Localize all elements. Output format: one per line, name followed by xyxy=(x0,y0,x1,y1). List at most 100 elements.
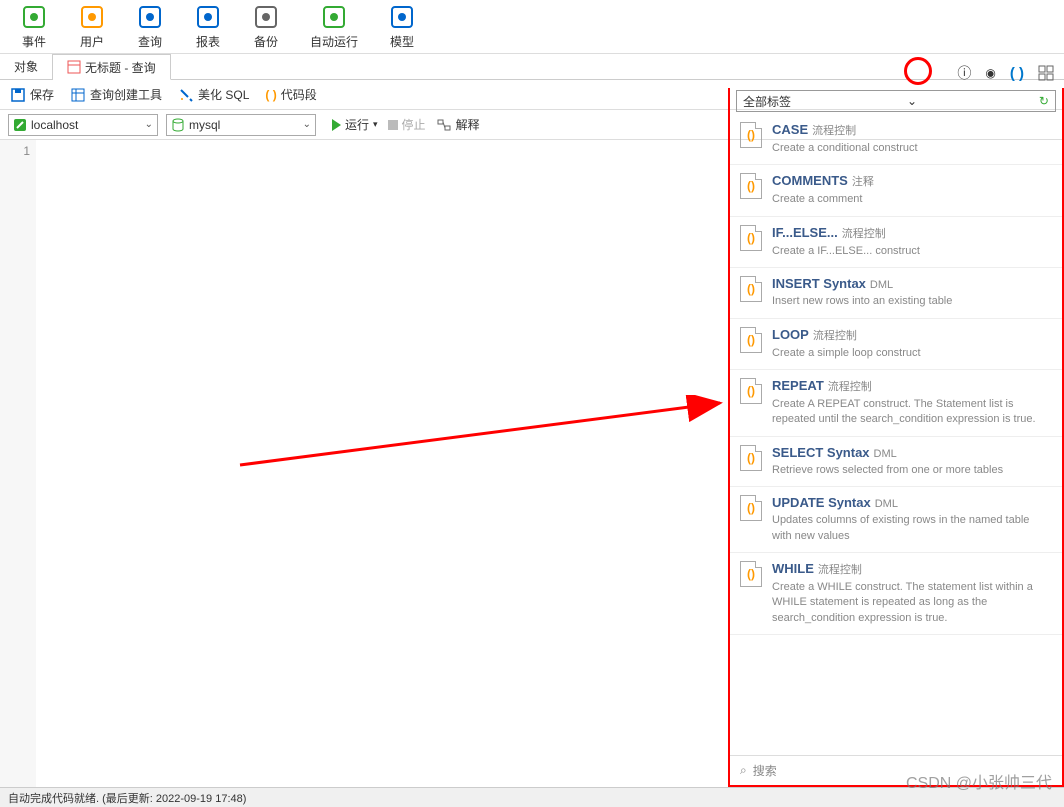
chevron-down-icon: ⌄ xyxy=(303,119,311,130)
main-toolbar: 事件 用户查询 报表 备份 自动运行 模型 xyxy=(0,0,1064,54)
snippet-item[interactable]: () CASE流程控制 Create a conditional construct xyxy=(730,114,1062,165)
save-icon xyxy=(10,87,26,103)
snippet-label: 代码段 xyxy=(281,86,317,103)
toolbar-label: 查询 xyxy=(138,33,162,50)
run-button[interactable]: 运行 ▾ xyxy=(332,116,378,133)
line-gutter: 1 xyxy=(0,140,36,787)
snippet-item[interactable]: () SELECT SyntaxDML Retrieve rows selected… xyxy=(730,437,1062,487)
toolbar-backup[interactable]: 备份 xyxy=(252,3,280,50)
snippet-title: COMMENTS注释 xyxy=(772,173,1052,189)
snippet-icon: () xyxy=(740,276,762,302)
info-icon[interactable]: ⓘ xyxy=(957,63,971,83)
snippet-title: WHILE流程控制 xyxy=(772,561,1052,577)
save-label: 保存 xyxy=(30,86,54,103)
toolbar-auto[interactable]: 自动运行 xyxy=(310,3,358,50)
snippet-desc: Create a comment xyxy=(772,192,1052,207)
snippet-desc: Updates columns of existing rows in the … xyxy=(772,513,1052,544)
tag-filter-value: 全部标签 xyxy=(743,93,791,110)
host-select[interactable]: localhost ⌄ xyxy=(8,114,158,136)
stop-button[interactable]: 停止 xyxy=(388,116,426,133)
snippet-search[interactable]: ⌕ 搜索 xyxy=(730,755,1062,785)
tab-label: 对象 xyxy=(14,58,38,75)
builder-label: 查询创建工具 xyxy=(90,86,162,103)
record-icon[interactable]: ◉ xyxy=(985,66,995,80)
snippet-button[interactable]: ( ) 代码段 xyxy=(265,86,316,103)
snippet-list[interactable]: () CASE流程控制 Create a conditional construct… xyxy=(730,114,1062,755)
query-builder-button[interactable]: 查询创建工具 xyxy=(70,86,162,103)
snippet-item[interactable]: ()WHILE流程控制Create a WHILE construct. The… xyxy=(730,553,1062,635)
snippet-desc: Create a conditional construct xyxy=(772,141,1052,156)
toolbar-user[interactable]: 用户 xyxy=(78,3,106,50)
snippet-desc: Create a IF...ELSE... construct xyxy=(772,244,1052,259)
beautify-button[interactable]: 美化 SQL xyxy=(178,86,249,103)
snippet-icon: () xyxy=(740,173,762,199)
stop-label: 停止 xyxy=(402,116,426,133)
snippet-title: IF...ELSE...流程控制 xyxy=(772,225,1052,241)
status-bar: 自动完成代码就绪. (最后更新: 2022-09-19 17:48) xyxy=(0,787,1064,807)
snippet-title: SELECT SyntaxDML xyxy=(772,445,1052,460)
snippet-icon: () xyxy=(740,495,762,521)
snippet-panel-icon[interactable]: ( ) xyxy=(1010,65,1024,82)
snippet-icon: () xyxy=(740,561,762,587)
grid-icon[interactable] xyxy=(1038,65,1054,81)
snippet-item[interactable]: () COMMENTS注释 Create a comment xyxy=(730,165,1062,216)
toolbar-model[interactable]: 模型 xyxy=(388,3,416,50)
save-button[interactable]: 保存 xyxy=(10,86,54,103)
tag-filter-select[interactable]: 全部标签 ⌄ ↻ xyxy=(736,90,1056,112)
chevron-down-icon: ▾ xyxy=(373,119,378,130)
line-number: 1 xyxy=(23,144,30,158)
toolbar-label: 自动运行 xyxy=(310,33,358,50)
snippet-desc: Insert new rows into an existing table xyxy=(772,294,1052,309)
status-text: 自动完成代码就绪. (最后更新: 2022-09-19 17:48) xyxy=(8,790,246,806)
search-icon: ⌕ xyxy=(740,763,747,778)
connection-icon xyxy=(13,118,27,132)
chevron-down-icon: ⌄ xyxy=(145,119,153,130)
side-icon-bar: ⓘ ◉ ( ) xyxy=(728,58,1064,88)
backup-icon xyxy=(252,3,280,31)
toolbar-clock[interactable]: 事件 xyxy=(20,3,48,50)
play-icon xyxy=(332,119,341,131)
toolbar-label: 报表 xyxy=(196,33,220,50)
snippet-icon: () xyxy=(740,445,762,471)
tab[interactable]: 对象 xyxy=(0,54,53,80)
tab-label: 无标题 - 查询 xyxy=(85,59,156,76)
beautify-label: 美化 SQL xyxy=(198,86,249,103)
toolbar-label: 模型 xyxy=(390,33,414,50)
refresh-icon[interactable]: ↻ xyxy=(1039,94,1049,108)
snippet-item[interactable]: ()UPDATE SyntaxDMLUpdates columns of exi… xyxy=(730,487,1062,553)
sql-editor[interactable] xyxy=(36,140,728,787)
snippet-icon: () xyxy=(740,225,762,251)
snippet-icon: () xyxy=(740,378,762,404)
search-placeholder: 搜索 xyxy=(753,762,777,779)
toolbar-query[interactable]: 查询 xyxy=(136,3,164,50)
toolbar-report[interactable]: 报表 xyxy=(194,3,222,50)
snippet-item[interactable]: ()LOOP流程控制Create a simple loop construct xyxy=(730,319,1062,370)
beautify-icon xyxy=(178,87,194,103)
snippet-desc: Retrieve rows selected from one or more … xyxy=(772,463,1052,478)
db-value: mysql xyxy=(189,118,220,132)
tab[interactable]: 无标题 - 查询 xyxy=(53,54,171,80)
snippet-item[interactable]: () IF...ELSE...流程控制 Create a IF...ELSE... … xyxy=(730,217,1062,268)
snippet-title: INSERT SyntaxDML xyxy=(772,276,1052,291)
toolbar-label: 备份 xyxy=(254,33,278,50)
user-icon xyxy=(78,3,106,31)
explain-button[interactable]: 解释 xyxy=(436,116,480,133)
report-icon xyxy=(194,3,222,31)
snippet-title: CASE流程控制 xyxy=(772,122,1052,138)
paren-icon: ( ) xyxy=(265,88,276,102)
snippet-icon: () xyxy=(740,122,762,148)
db-select[interactable]: mysql ⌄ xyxy=(166,114,316,136)
editor-area: 1 xyxy=(0,140,728,787)
stop-icon xyxy=(388,120,398,130)
snippet-panel: 全部标签 ⌄ ↻ () CASE流程控制 Create a conditional … xyxy=(728,88,1064,787)
clock-icon xyxy=(20,3,48,31)
run-label: 运行 xyxy=(345,116,369,133)
snippet-item[interactable]: ()REPEAT流程控制Create A REPEAT construct. T… xyxy=(730,370,1062,437)
snippet-title: LOOP流程控制 xyxy=(772,327,1052,343)
snippet-title: REPEAT流程控制 xyxy=(772,378,1052,394)
chevron-down-icon: ⌄ xyxy=(907,94,917,108)
model-icon xyxy=(388,3,416,31)
explain-label: 解释 xyxy=(456,116,480,133)
snippet-item[interactable]: () INSERT SyntaxDML Insert new rows into a… xyxy=(730,268,1062,318)
toolbar-label: 事件 xyxy=(22,33,46,50)
